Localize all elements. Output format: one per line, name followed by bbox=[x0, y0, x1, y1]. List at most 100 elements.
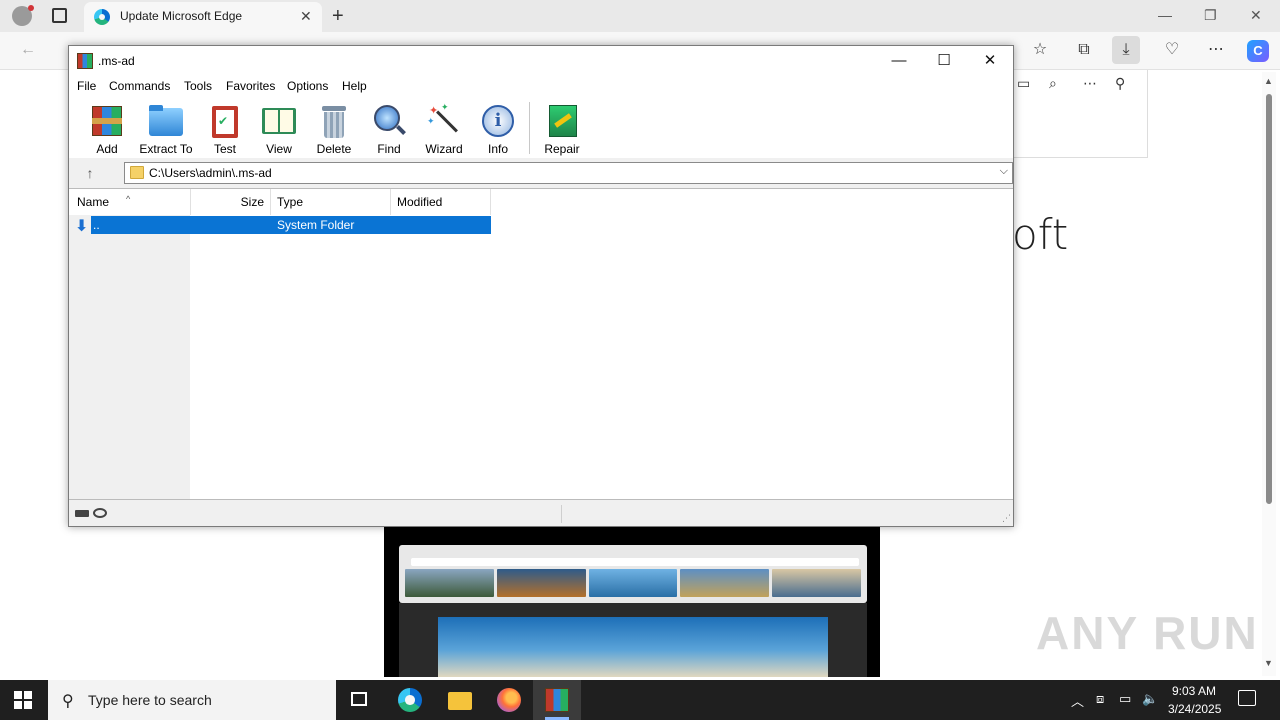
delete-button[interactable]: Delete bbox=[305, 102, 363, 158]
new-tab-button[interactable]: + bbox=[332, 5, 344, 28]
info-button[interactable]: i Info bbox=[469, 102, 527, 158]
winrar-titlebar[interactable]: .ms-ad — ☐ ✕ bbox=[69, 46, 1013, 76]
window-title: .ms-ad bbox=[98, 54, 135, 68]
menu-bar: File Commands Tools Favorites Options He… bbox=[69, 76, 1013, 96]
add-archive-icon bbox=[90, 104, 124, 138]
address-bar: ↑ C:\Users\admin\.ms-ad ⌵ bbox=[69, 160, 1013, 186]
device-icon[interactable]: ⧈ bbox=[1096, 691, 1104, 707]
watermark: ANY RUN bbox=[1036, 607, 1259, 659]
minimize-icon[interactable]: — bbox=[877, 50, 921, 72]
close-icon[interactable]: ✕ bbox=[968, 50, 1012, 72]
menu-commands[interactable]: Commands bbox=[109, 79, 170, 93]
list-header: Name ^ Size Type Modified bbox=[69, 189, 491, 215]
task-view-icon bbox=[351, 692, 367, 706]
status-bar: ⋰ bbox=[69, 502, 1013, 526]
table-row[interactable]: .. System Folder bbox=[91, 216, 491, 234]
profile-notification-dot bbox=[28, 5, 34, 11]
back-icon[interactable]: ← bbox=[14, 36, 42, 64]
task-view-button[interactable] bbox=[336, 680, 384, 720]
column-size[interactable]: Size bbox=[191, 189, 271, 215]
repair-kit-icon bbox=[545, 104, 579, 138]
wizard-button[interactable]: ✦ ✦ ✦ Wizard bbox=[415, 102, 473, 158]
extract-to-button[interactable]: Extract To bbox=[136, 102, 196, 158]
notification-icon[interactable] bbox=[1238, 690, 1256, 706]
downloads-panel-fragment: ▭ ⌕ ⋯ ⚲ bbox=[1010, 70, 1148, 158]
browser-tab-strip: Update Microsoft Edge ✕ + — ❐ ✕ bbox=[0, 0, 1280, 32]
search-placeholder: Type here to search bbox=[88, 692, 212, 708]
column-name[interactable]: Name ^ bbox=[69, 189, 191, 215]
taskbar-firefox[interactable] bbox=[485, 680, 533, 720]
menu-favorites[interactable]: Favorites bbox=[226, 79, 275, 93]
clock-date[interactable]: 3/24/2025 bbox=[1168, 702, 1221, 716]
parent-folder-icon: ⬇ bbox=[75, 218, 89, 235]
column-type[interactable]: Type bbox=[271, 189, 391, 215]
scrollbar-thumb[interactable] bbox=[1266, 94, 1272, 504]
more-icon[interactable]: ⋯ bbox=[1083, 75, 1097, 92]
test-button[interactable]: ✔ Test bbox=[196, 102, 254, 158]
illustration-browser bbox=[399, 545, 867, 603]
firefox-icon bbox=[497, 688, 521, 712]
find-magnifier-icon bbox=[372, 104, 406, 138]
sort-ascending-icon: ^ bbox=[126, 194, 131, 204]
repair-button[interactable]: Repair bbox=[533, 102, 591, 158]
drive-icon bbox=[75, 510, 89, 517]
taskbar-edge[interactable] bbox=[386, 680, 434, 720]
more-options-icon[interactable]: ⋯ bbox=[1202, 36, 1230, 64]
add-button[interactable]: Add bbox=[78, 102, 136, 158]
scroll-up-icon[interactable]: ▲ bbox=[1264, 76, 1273, 86]
resize-grip-icon[interactable]: ⋰ bbox=[1002, 513, 1011, 524]
taskbar-winrar[interactable] bbox=[533, 680, 581, 720]
menu-tools[interactable]: Tools bbox=[184, 79, 212, 93]
start-button[interactable] bbox=[14, 691, 32, 709]
view-button[interactable]: View bbox=[250, 102, 308, 158]
scroll-down-icon[interactable]: ▼ bbox=[1264, 658, 1273, 668]
extract-folder-icon bbox=[149, 104, 183, 138]
key-icon bbox=[93, 508, 107, 518]
column-modified[interactable]: Modified bbox=[391, 189, 491, 215]
info-icon: i bbox=[481, 104, 515, 138]
downloads-icon[interactable]: ⤓ bbox=[1112, 36, 1140, 64]
folder-icon bbox=[130, 166, 144, 179]
browser-essentials-icon[interactable]: ♡ bbox=[1158, 36, 1186, 64]
restore-icon[interactable]: ❐ bbox=[1204, 7, 1217, 24]
tab-close-icon[interactable]: ✕ bbox=[300, 8, 312, 25]
edge-favicon-icon bbox=[94, 9, 110, 25]
path-text: C:\Users\admin\.ms-ad bbox=[149, 166, 272, 180]
menu-file[interactable]: File bbox=[77, 79, 96, 93]
maximize-icon[interactable]: ☐ bbox=[922, 50, 966, 72]
folder-icon bbox=[448, 692, 472, 710]
browser-tab[interactable]: Update Microsoft Edge ✕ bbox=[84, 2, 322, 32]
tab-title: Update Microsoft Edge bbox=[120, 9, 243, 23]
chevron-up-icon[interactable]: ︿ bbox=[1071, 691, 1084, 710]
taskbar-file-explorer[interactable] bbox=[436, 680, 484, 720]
winrar-window: .ms-ad — ☐ ✕ File Commands Tools Favorit… bbox=[68, 45, 1014, 527]
favorites-icon[interactable]: ☆ bbox=[1026, 36, 1054, 64]
menu-help[interactable]: Help bbox=[342, 79, 367, 93]
page-scrollbar[interactable]: ▲ ▼ bbox=[1262, 72, 1276, 676]
illustration-landscape bbox=[438, 617, 828, 677]
view-book-icon bbox=[262, 104, 296, 138]
close-window-icon[interactable]: ✕ bbox=[1250, 7, 1262, 24]
chevron-down-icon[interactable]: ⌵ bbox=[1000, 165, 1008, 178]
volume-icon[interactable]: 🔈 bbox=[1142, 691, 1158, 707]
network-icon[interactable]: ▭ bbox=[1119, 691, 1131, 707]
search-downloads-icon[interactable]: ⌕ bbox=[1049, 75, 1057, 92]
page-illustration bbox=[384, 527, 880, 677]
delete-trash-icon bbox=[317, 104, 351, 138]
menu-options[interactable]: Options bbox=[287, 79, 328, 93]
winrar-app-icon bbox=[77, 53, 93, 69]
open-folder-icon[interactable]: ▭ bbox=[1017, 75, 1030, 92]
up-one-level-button[interactable]: ↑ bbox=[79, 162, 101, 184]
tab-actions-icon[interactable] bbox=[52, 8, 67, 23]
pin-icon[interactable]: ⚲ bbox=[1115, 75, 1125, 92]
row-type: System Folder bbox=[277, 218, 355, 232]
minimize-icon[interactable]: — bbox=[1158, 7, 1172, 23]
taskbar-search[interactable]: ⚲ Type here to search bbox=[48, 680, 336, 720]
path-combobox[interactable]: C:\Users\admin\.ms-ad ⌵ bbox=[124, 162, 1013, 184]
find-button[interactable]: Find bbox=[360, 102, 418, 158]
file-list[interactable]: Name ^ Size Type Modified ⬇ .. System Fo… bbox=[69, 188, 1013, 500]
collections-icon[interactable]: ⧉ bbox=[1070, 36, 1098, 64]
search-icon: ⚲ bbox=[62, 693, 74, 710]
copilot-icon[interactable]: C bbox=[1247, 40, 1269, 62]
clock-time[interactable]: 9:03 AM bbox=[1172, 684, 1216, 698]
